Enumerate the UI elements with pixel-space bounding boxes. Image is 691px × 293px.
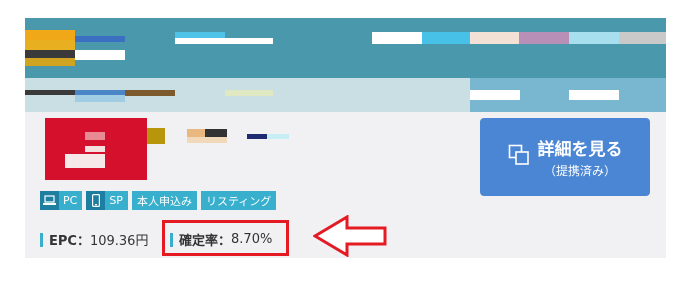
redacted-block: [205, 129, 227, 137]
smartphone-icon: [86, 191, 106, 210]
redacted-block: [125, 90, 175, 96]
redacted-block: [519, 32, 569, 44]
epc-value: 109.36円: [89, 234, 149, 249]
tag-label: 本人申込み: [136, 194, 192, 208]
redacted-block: [65, 154, 105, 168]
tag-listing: リスティング: [200, 191, 277, 210]
redacted-subheader-right: [470, 78, 666, 112]
copy-windows-icon: [508, 144, 530, 170]
metric-epc: EPC： 109.36円: [40, 230, 148, 249]
redacted-block: [75, 95, 125, 102]
redacted-block: [372, 32, 422, 44]
tag-label: PC: [63, 194, 78, 207]
cta-text: 詳細を見る （提携済み）: [538, 135, 623, 179]
tag-list: PC SP 本人申込み リスティング: [40, 191, 277, 210]
tag-sp: SP: [86, 191, 128, 210]
cta-sublabel: （提携済み）: [543, 164, 616, 178]
tag-self-application: 本人申込み: [131, 191, 197, 210]
redacted-block: [25, 30, 75, 40]
metric-marker: [40, 232, 43, 247]
tag-pc: PC: [40, 191, 83, 210]
redacted-block: [75, 36, 125, 42]
redacted-logo: [45, 118, 147, 180]
redacted-header: [25, 18, 666, 78]
redacted-block: [25, 40, 75, 50]
cta-label: 詳細を見る: [537, 140, 623, 160]
redacted-block: [470, 32, 519, 44]
redacted-block: [470, 90, 520, 100]
redacted-block: [85, 146, 105, 152]
left-arrow-outline-icon: [313, 215, 387, 257]
redacted-block: [85, 132, 105, 140]
tag-label: SP: [109, 194, 123, 207]
laptop-icon: [40, 191, 59, 210]
redacted-block: [267, 134, 289, 139]
redacted-block: [75, 50, 125, 60]
redacted-block: [187, 129, 205, 137]
redacted-block: [25, 58, 75, 66]
highlight-box: [162, 220, 289, 256]
redacted-block: [569, 90, 619, 100]
redacted-block: [569, 32, 619, 44]
redacted-block: [225, 90, 273, 96]
redacted-block: [25, 90, 75, 95]
redacted-block: [247, 134, 267, 139]
redacted-block: [187, 137, 227, 143]
redacted-block: [422, 32, 470, 44]
epc-label: EPC：: [49, 234, 90, 249]
redacted-block: [619, 32, 666, 44]
tag-label: リスティング: [205, 194, 272, 208]
redacted-block: [175, 38, 273, 44]
view-details-button[interactable]: 詳細を見る （提携済み）: [480, 118, 650, 196]
redacted-block: [147, 128, 165, 144]
redacted-block: [25, 50, 75, 58]
